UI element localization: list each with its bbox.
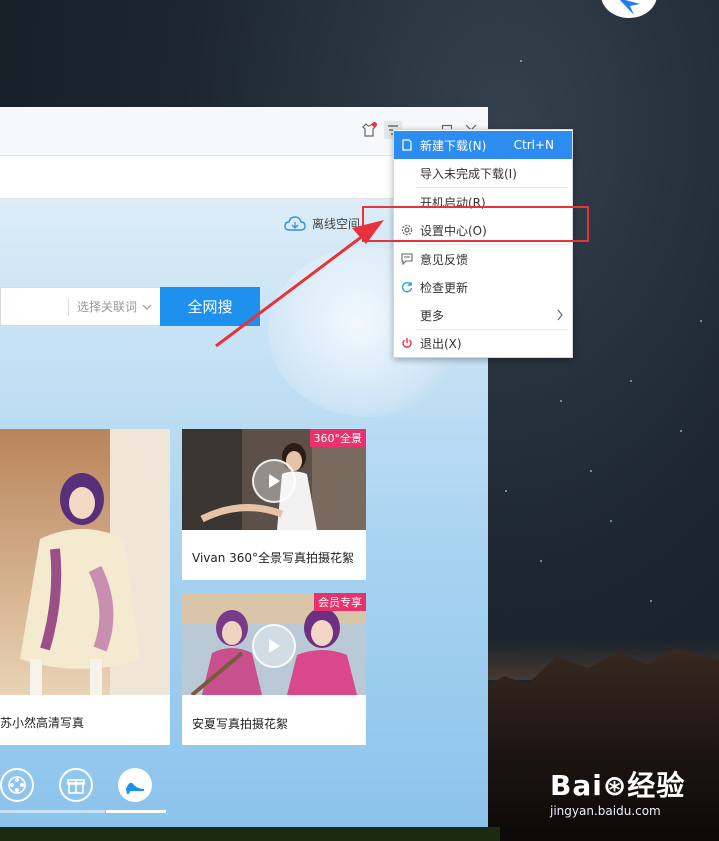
play-icon[interactable] (252, 459, 296, 503)
watermark-url: jingyan.baidu.com (550, 804, 661, 818)
new-download-icon (400, 138, 414, 152)
thunder-logo-icon[interactable] (601, 0, 657, 18)
toolbar-active-indicator (106, 810, 166, 813)
menu-item-more[interactable]: 更多 (394, 301, 572, 329)
menu-item-exit[interactable]: 退出(X) (394, 329, 572, 357)
power-icon (400, 336, 414, 350)
film-reel-icon[interactable] (0, 768, 34, 802)
menu-item-check-update[interactable]: 检查更新 (394, 273, 572, 301)
refresh-icon (400, 280, 414, 294)
card-badge: 会员专享 (314, 593, 366, 611)
chevron-down-icon (142, 304, 152, 310)
toolbar-track (0, 810, 105, 813)
high-heel-icon[interactable] (118, 768, 152, 802)
gift-icon[interactable] (59, 768, 93, 802)
search-placeholder: 选择关联词 (76, 300, 137, 314)
chevron-right-icon (556, 309, 564, 324)
menu-item-new-download[interactable]: 新建下载(N) Ctrl+N (394, 131, 572, 159)
card-thumbnail (0, 429, 170, 695)
ground (0, 827, 500, 841)
card-caption: 安夏写真拍摄花絮 (192, 717, 289, 731)
watermark-brand: Bai⊛经验 (550, 769, 686, 802)
annotation-highlight-box (362, 206, 589, 242)
offline-space-label: 离线空间 (312, 217, 361, 231)
search-divider (67, 297, 69, 316)
play-icon[interactable] (252, 624, 296, 668)
skin-shirt-icon[interactable] (360, 121, 378, 139)
cloud-icon (284, 215, 306, 231)
video-card[interactable]: 苏小然高清写真 (0, 429, 170, 745)
offline-space-link[interactable]: 离线空间 (284, 215, 360, 232)
menu-item-import[interactable]: 导入未完成下载(I) (394, 159, 572, 187)
search-bar: 选择关联词 全网搜 (0, 287, 260, 326)
card-badge: 360°全景 (309, 429, 366, 447)
card-caption: Vivan 360°全景写真拍摄花絮 (192, 551, 355, 565)
video-card[interactable]: 360°全景 Vivan 360°全景写真拍摄花絮 (182, 429, 366, 580)
card-caption: 苏小然高清写真 (0, 716, 85, 730)
baidu-jingyan-watermark: Bai⊛经验 jingyan.baidu.com (550, 764, 685, 818)
feedback-icon (400, 252, 414, 266)
search-input[interactable]: 选择关联词 (0, 287, 160, 326)
search-button[interactable]: 全网搜 (160, 287, 260, 326)
menu-item-feedback[interactable]: 意见反馈 (394, 245, 572, 273)
bottom-toolbar (0, 762, 488, 822)
main-context-menu: 新建下载(N) Ctrl+N 导入未完成下载(I) 开机启动(R) 设置中心(O… (393, 129, 573, 358)
video-card[interactable]: 会员专享 安夏写真拍摄花絮 (182, 593, 366, 745)
